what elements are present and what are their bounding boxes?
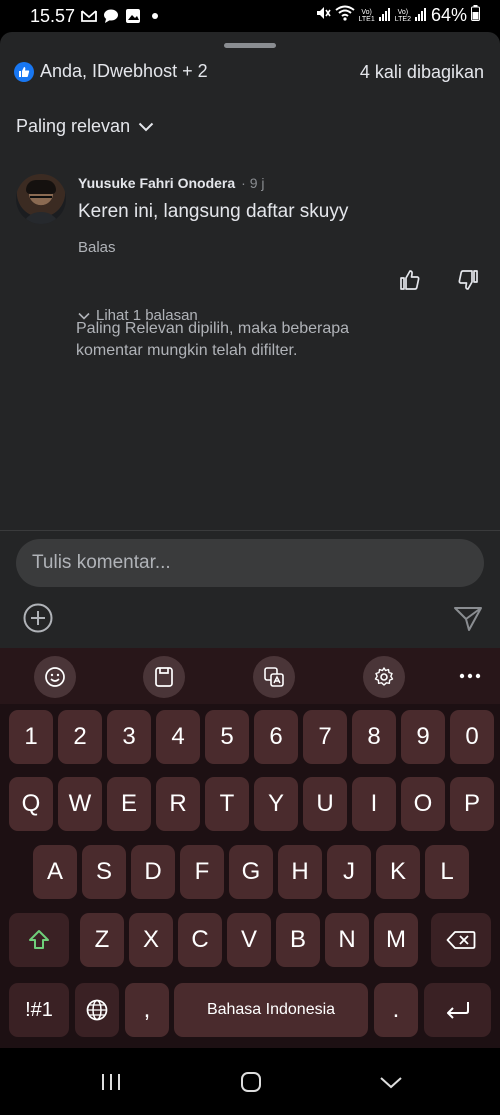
period-key[interactable]: . [374, 983, 418, 1037]
comment-author[interactable]: Yuusuke Fahri Onodera [78, 175, 235, 191]
status-right: Vo) LTE1 Vo) LTE2 64% [315, 5, 480, 26]
globe-icon [86, 999, 108, 1021]
lte2-label: Vo) LTE2 [394, 8, 411, 23]
thumbs-up-icon[interactable] [398, 268, 422, 292]
key-4[interactable]: 4 [156, 710, 200, 764]
key-c[interactable]: C [178, 913, 222, 967]
key-f[interactable]: F [180, 845, 224, 899]
status-bar: 15.57 Vo) LTE1 Vo) LTE2 64% [0, 0, 500, 32]
key-6[interactable]: 6 [254, 710, 298, 764]
settings-icon[interactable] [363, 656, 405, 698]
key-x[interactable]: X [129, 913, 173, 967]
space-key[interactable]: Bahasa Indonesia [174, 983, 368, 1037]
back-icon[interactable] [376, 1070, 406, 1094]
reply-button[interactable]: Balas [78, 239, 116, 256]
key-0[interactable]: 0 [450, 710, 494, 764]
key-t[interactable]: T [205, 777, 249, 831]
translate-icon[interactable] [253, 656, 295, 698]
key-g[interactable]: G [229, 845, 273, 899]
comma-key[interactable]: , [125, 983, 169, 1037]
wifi-icon [334, 5, 355, 26]
backspace-key[interactable] [431, 913, 491, 967]
avatar[interactable] [16, 174, 66, 224]
symbols-key[interactable]: !#1 [9, 983, 69, 1037]
key-8[interactable]: 8 [352, 710, 396, 764]
recent-apps-icon[interactable] [96, 1070, 126, 1094]
key-w[interactable]: W [58, 777, 102, 831]
more-icon[interactable] [452, 661, 488, 691]
reactions-text: Anda, IDwebhost + 2 [40, 61, 208, 81]
navigation-bar [0, 1048, 500, 1115]
comment-text: Keren ini, langsung daftar skuyy [78, 201, 349, 222]
signal-icon-2 [414, 5, 427, 26]
key-z[interactable]: Z [80, 913, 124, 967]
comments-sheet: Anda, IDwebhost + 2 4 kali dibagikan Pal… [0, 32, 500, 648]
dot-icon [146, 7, 164, 25]
status-time: 15.57 [30, 6, 76, 26]
keyboard: 1 2 3 4 5 6 7 8 9 0 Q W E R T Y U I O P … [0, 648, 500, 1048]
key-5[interactable]: 5 [205, 710, 249, 764]
key-y[interactable]: Y [254, 777, 298, 831]
comment-header: Yuusuke Fahri Onodera · 9 j [78, 175, 265, 191]
mute-icon [315, 5, 331, 26]
home-icon[interactable] [236, 1070, 266, 1094]
key-2[interactable]: 2 [58, 710, 102, 764]
key-r[interactable]: R [156, 777, 200, 831]
key-e[interactable]: E [107, 777, 151, 831]
add-attachment-button[interactable] [22, 602, 54, 634]
key-q[interactable]: Q [9, 777, 53, 831]
key-n[interactable]: N [325, 913, 369, 967]
clipboard-icon[interactable] [143, 656, 185, 698]
thumbs-down-icon[interactable] [456, 268, 480, 292]
battery-icon [471, 5, 480, 26]
chat-bubble-icon [102, 7, 120, 25]
gmail-icon [80, 7, 98, 25]
key-1[interactable]: 1 [9, 710, 53, 764]
divider [0, 530, 500, 531]
shift-icon [29, 930, 49, 949]
comment-input[interactable]: Tulis komentar... [16, 539, 484, 587]
key-s[interactable]: S [82, 845, 126, 899]
key-a[interactable]: A [33, 845, 77, 899]
backspace-icon [446, 931, 476, 949]
key-h[interactable]: H [278, 845, 322, 899]
key-p[interactable]: P [450, 777, 494, 831]
shares-count[interactable]: 4 kali dibagikan [360, 62, 484, 83]
key-7[interactable]: 7 [303, 710, 347, 764]
comment-time: · 9 j [241, 175, 265, 191]
key-o[interactable]: O [401, 777, 445, 831]
key-d[interactable]: D [131, 845, 175, 899]
key-m[interactable]: M [374, 913, 418, 967]
globe-key[interactable] [75, 983, 119, 1037]
lte1-label: Vo) LTE1 [358, 8, 375, 23]
keyboard-toolbar [0, 648, 500, 704]
key-i[interactable]: I [352, 777, 396, 831]
like-reaction-icon [14, 61, 34, 82]
filter-note: Paling Relevan dipilih, maka beberapa ko… [76, 320, 350, 359]
battery-percent: 64% [430, 5, 467, 25]
key-3[interactable]: 3 [107, 710, 151, 764]
enter-key[interactable] [424, 983, 491, 1037]
notification-icons [80, 7, 164, 25]
gallery-icon [124, 7, 142, 25]
enter-icon [446, 1002, 469, 1019]
key-u[interactable]: U [303, 777, 347, 831]
screen: 15.57 Vo) LTE1 Vo) LTE2 64% Anda, IDwebh… [0, 0, 500, 1115]
key-b[interactable]: B [276, 913, 320, 967]
signal-icon-1 [378, 5, 391, 26]
key-k[interactable]: K [376, 845, 420, 899]
sort-dropdown[interactable]: Paling relevan [16, 116, 154, 137]
chevron-down-icon [138, 116, 154, 137]
shift-key[interactable] [9, 913, 69, 967]
key-j[interactable]: J [327, 845, 371, 899]
reactions-summary[interactable]: Anda, IDwebhost + 2 [14, 61, 208, 82]
emoji-icon[interactable] [34, 656, 76, 698]
sort-label: Paling relevan [16, 116, 131, 136]
drag-handle[interactable] [224, 43, 276, 48]
key-l[interactable]: L [425, 845, 469, 899]
key-9[interactable]: 9 [401, 710, 445, 764]
send-icon[interactable] [452, 602, 484, 634]
key-v[interactable]: V [227, 913, 271, 967]
